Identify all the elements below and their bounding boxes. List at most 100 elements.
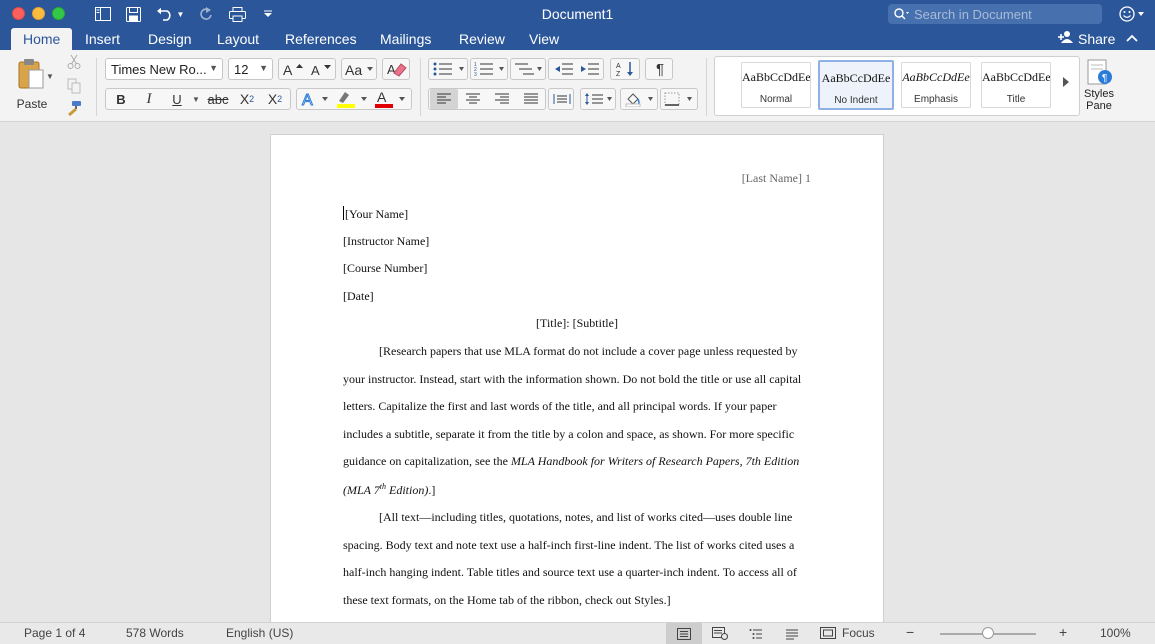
numbering-icon[interactable]: 123: [473, 59, 507, 79]
style-sample: AaBbCcDdEe: [821, 71, 891, 85]
multilevel-list-icon[interactable]: [513, 59, 545, 79]
focus-icon: [820, 627, 836, 639]
minimize-window-button[interactable]: [32, 7, 45, 20]
font-name-dropdown-icon[interactable]: ▼: [209, 63, 218, 73]
sidebar-toggle-icon[interactable]: [94, 4, 112, 24]
line-spacing-icon[interactable]: [583, 89, 615, 109]
print-icon[interactable]: [228, 4, 246, 24]
customize-toolbar-icon[interactable]: [262, 4, 274, 24]
body-line: spacing. Body text and note text use a h…: [343, 538, 795, 552]
pilcrow-icon[interactable]: ¶: [648, 59, 672, 79]
tab-view[interactable]: View: [517, 28, 571, 50]
zoom-slider-thumb[interactable]: [982, 627, 994, 639]
undo-icon[interactable]: ▼: [154, 4, 186, 24]
style-emphasis[interactable]: AaBbCcDdEe Emphasis: [901, 62, 971, 108]
clear-formatting-group: A: [382, 58, 410, 80]
underline-dropdown-icon[interactable]: ▼: [190, 89, 202, 109]
tab-insert[interactable]: Insert: [73, 28, 132, 50]
paste-dropdown-icon[interactable]: ▼: [46, 72, 54, 81]
cut-icon[interactable]: [64, 52, 84, 72]
change-case-group: Aa: [341, 58, 377, 80]
increase-indent-icon[interactable]: [577, 59, 603, 79]
clipboard-icon: [17, 58, 47, 93]
bold-button[interactable]: B: [109, 89, 133, 109]
print-layout-view-icon[interactable]: [666, 623, 702, 644]
paste-button[interactable]: ▼ Paste: [10, 56, 54, 112]
subscript-button[interactable]: X2: [234, 89, 260, 109]
highlight-color-icon[interactable]: [335, 89, 371, 109]
share-label: Share: [1078, 31, 1116, 47]
svg-text:3: 3: [474, 72, 477, 76]
search-box[interactable]: [888, 4, 1102, 24]
redo-icon[interactable]: [198, 4, 214, 24]
zoom-level[interactable]: 100%: [1100, 626, 1131, 640]
page-count[interactable]: Page 1 of 4: [24, 626, 85, 640]
superscript-button[interactable]: X2: [262, 89, 288, 109]
tab-home[interactable]: Home: [11, 28, 73, 50]
text-cursor: [343, 206, 344, 220]
align-center-icon[interactable]: [459, 89, 487, 109]
feedback-smiley-icon[interactable]: [1117, 4, 1147, 24]
style-normal[interactable]: AaBbCcDdEe Normal: [741, 62, 811, 108]
change-case-icon[interactable]: Aa: [344, 59, 376, 79]
underline-button[interactable]: U: [165, 89, 189, 109]
align-right-icon[interactable]: [488, 89, 516, 109]
web-layout-view-icon[interactable]: [702, 623, 738, 644]
shading-icon[interactable]: [623, 89, 657, 109]
save-icon[interactable]: [124, 4, 142, 24]
share-button[interactable]: Share: [1058, 28, 1115, 50]
italic-button[interactable]: I: [137, 89, 161, 109]
borders-icon[interactable]: [663, 89, 697, 109]
zoom-in-button[interactable]: +: [1059, 624, 1067, 640]
outline-view-icon[interactable]: [738, 623, 774, 644]
body-line: your instructor. Instead, start with the…: [343, 372, 802, 386]
body-line: [Research papers that use MLA format do …: [379, 344, 798, 358]
distributed-icon[interactable]: [550, 89, 574, 109]
svg-text:A: A: [377, 90, 387, 105]
focus-label: Focus: [842, 626, 875, 640]
document-area[interactable]: [Last Name] 1 [Your Name] [Instructor Na…: [0, 122, 1155, 622]
styles-gallery-next-icon[interactable]: [1061, 75, 1075, 95]
superscript-letter: X: [267, 91, 278, 107]
font-name-box[interactable]: Times New Ro... ▼: [105, 58, 223, 80]
font-color-icon[interactable]: A: [373, 89, 409, 109]
search-input[interactable]: [914, 6, 1094, 22]
sort-icon[interactable]: AZ: [613, 59, 639, 79]
tab-references[interactable]: References: [273, 28, 369, 50]
tab-review[interactable]: Review: [447, 28, 517, 50]
tab-mailings[interactable]: Mailings: [368, 28, 443, 50]
document-page[interactable]: [Last Name] 1 [Your Name] [Instructor Na…: [270, 134, 884, 622]
language-indicator[interactable]: English (US): [226, 626, 293, 640]
styles-pane-button[interactable]: ¶ Styles Pane: [1082, 56, 1116, 116]
clear-formatting-icon[interactable]: A: [385, 59, 409, 79]
style-title[interactable]: AaBbCcDdEe Title: [981, 62, 1051, 108]
decrease-font-size-icon[interactable]: A: [309, 59, 335, 79]
styles-gallery: AaBbCcDdEe Normal AaBbCcDdEe No Indent A…: [714, 56, 1080, 116]
format-painter-icon[interactable]: [64, 98, 84, 118]
tab-layout[interactable]: Layout: [205, 28, 271, 50]
zoom-out-button[interactable]: −: [906, 624, 914, 640]
align-left-icon[interactable]: [430, 89, 458, 109]
collapse-ribbon-icon[interactable]: [1126, 30, 1138, 46]
draft-view-icon[interactable]: [774, 623, 810, 644]
bullets-icon[interactable]: [431, 59, 467, 79]
font-size-dropdown-icon[interactable]: ▼: [259, 63, 268, 73]
maximize-window-button[interactable]: [52, 7, 65, 20]
svg-text:¶: ¶: [1102, 73, 1107, 84]
copy-icon[interactable]: [64, 76, 84, 96]
body-line: half-inch hanging indent. Table titles a…: [343, 565, 797, 579]
show-formatting-group: ¶: [645, 58, 673, 80]
strikethrough-button[interactable]: abc: [204, 89, 232, 109]
style-no-indent[interactable]: AaBbCcDdEe No Indent: [818, 60, 894, 110]
font-size-box[interactable]: 12 ▼: [228, 58, 273, 80]
justify-icon[interactable]: [517, 89, 545, 109]
tab-design[interactable]: Design: [136, 28, 204, 50]
increase-font-size-icon[interactable]: A: [281, 59, 307, 79]
shading-group: [620, 88, 658, 110]
focus-mode-button[interactable]: Focus: [820, 626, 875, 640]
subscript-digit: 2: [249, 94, 255, 104]
text-effects-icon[interactable]: A: [300, 89, 332, 109]
decrease-indent-icon[interactable]: [551, 59, 577, 79]
word-count[interactable]: 578 Words: [126, 626, 184, 640]
close-window-button[interactable]: [12, 7, 25, 20]
